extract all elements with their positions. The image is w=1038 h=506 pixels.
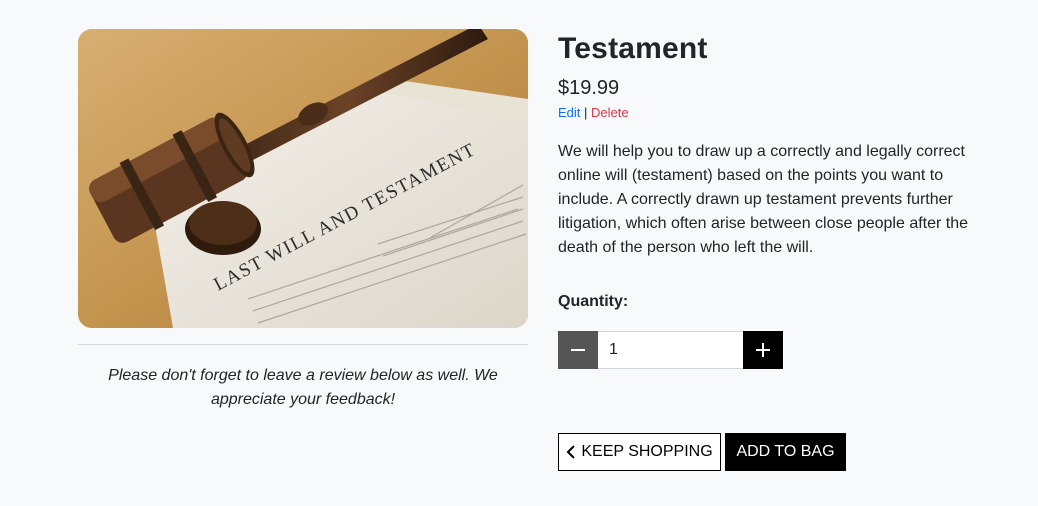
edit-link[interactable]: Edit <box>558 105 580 120</box>
minus-icon <box>571 349 585 351</box>
admin-links: Edit | Delete <box>558 105 998 121</box>
quantity-input[interactable] <box>598 331 743 369</box>
action-buttons: KEEP SHOPPING ADD TO BAG <box>558 433 846 471</box>
product-detail-page: LAST WILL AND TESTAMENT Please don't for… <box>0 0 1038 506</box>
product-image-column: LAST WILL AND TESTAMENT Please don't for… <box>78 29 528 412</box>
increment-button[interactable] <box>743 331 783 369</box>
plus-icon <box>756 343 770 357</box>
review-reminder: Please don't forget to leave a review be… <box>108 367 498 408</box>
link-separator: | <box>584 105 588 120</box>
divider <box>78 344 528 345</box>
product-image: LAST WILL AND TESTAMENT <box>78 29 528 328</box>
product-price: $19.99 <box>558 77 620 99</box>
keep-shopping-label: KEEP SHOPPING <box>581 443 713 460</box>
add-to-bag-button[interactable]: ADD TO BAG <box>725 433 846 471</box>
delete-link[interactable]: Delete <box>591 105 629 120</box>
product-title: Testament <box>558 32 708 65</box>
gavel-document-illustration: LAST WILL AND TESTAMENT <box>78 29 528 328</box>
keep-shopping-button[interactable]: KEEP SHOPPING <box>558 433 721 471</box>
product-info-column: Testament $19.99 Edit | Delete We will h… <box>558 29 998 471</box>
quantity-label: Quantity: <box>558 293 629 310</box>
product-description: We will help you to draw up a correctly … <box>558 143 969 256</box>
decrement-button[interactable] <box>558 331 598 369</box>
quantity-stepper <box>558 331 783 369</box>
chevron-left-icon <box>566 445 576 459</box>
